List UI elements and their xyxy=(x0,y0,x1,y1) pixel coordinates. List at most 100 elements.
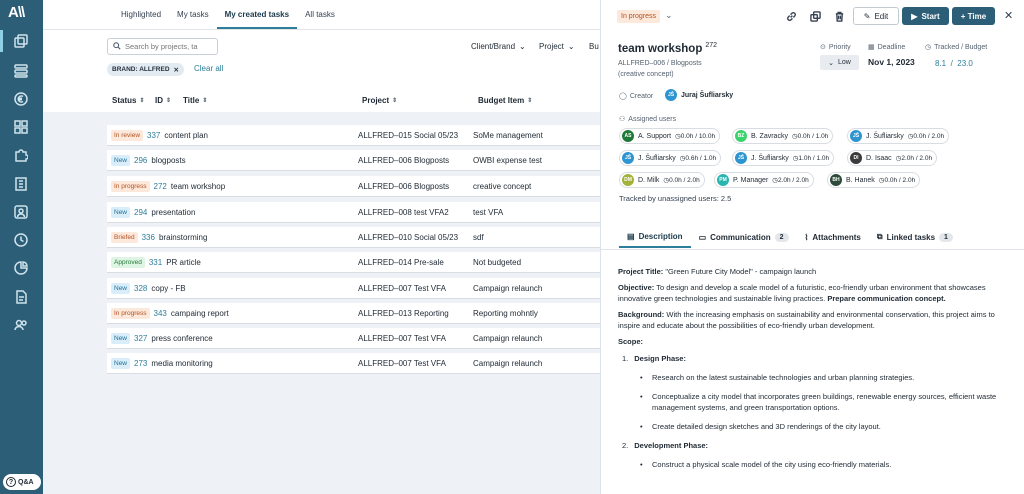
assigned-user[interactable]: BZ B. Zavracky ◷0.0h / 1.0h xyxy=(732,128,834,144)
phase-title: Design Phase: xyxy=(634,354,686,363)
task-title[interactable]: campaing report xyxy=(171,309,229,318)
table-row[interactable]: In progress 343 campaing report ALLFRED–013… xyxy=(107,303,600,324)
search-input[interactable] xyxy=(125,42,210,51)
close-icon[interactable]: ✕ xyxy=(174,66,179,74)
tab-linked-tasks[interactable]: ⧉ Linked tasks 1 xyxy=(869,226,961,248)
task-id[interactable]: 336 xyxy=(142,233,155,242)
tab-label: Communication xyxy=(710,232,771,242)
tab-attachments[interactable]: ⌇ Attachments xyxy=(797,226,869,248)
time-value: 2.0h / 2.0h xyxy=(901,155,933,162)
task-title[interactable]: PR article xyxy=(166,258,201,267)
task-id[interactable]: 337 xyxy=(147,131,160,140)
tab-highlighted[interactable]: Highlighted xyxy=(113,0,169,29)
search-box[interactable] xyxy=(107,38,218,55)
avatar: JŠ xyxy=(735,152,747,164)
table-row[interactable]: New 273 media monitoring ALLFRED–007 Test V… xyxy=(107,353,600,374)
table-row[interactable]: Briefed 336 brainstorming ALLFRED–010 Socia… xyxy=(107,227,600,248)
close-icon[interactable]: ✕ xyxy=(1004,9,1013,22)
status-badge[interactable]: In progress xyxy=(617,10,661,23)
assigned-user[interactable]: JŠ J. Šufliarsky ◷0.0h / 2.0h xyxy=(847,128,950,144)
qa-button[interactable]: ? Q&A xyxy=(3,474,41,490)
task-title-text: team workshop xyxy=(618,42,703,55)
task-id[interactable]: 296 xyxy=(134,156,147,165)
task-id[interactable]: 272 xyxy=(154,182,167,191)
task-id[interactable]: 294 xyxy=(134,208,147,217)
priority-select[interactable]: ⌄ Low xyxy=(820,55,859,70)
puzzle-icon[interactable] xyxy=(11,146,31,164)
grid-icon[interactable] xyxy=(11,118,31,136)
copy-icon[interactable] xyxy=(808,9,822,23)
filter-project[interactable]: Project ⌄ xyxy=(539,42,575,51)
table-row[interactable]: In progress 272 team workshop ALLFRED–006 B… xyxy=(107,176,600,197)
label-text: Priority xyxy=(828,43,851,51)
task-title[interactable]: presentation xyxy=(151,208,195,217)
clock-icon[interactable] xyxy=(11,231,31,249)
column-id[interactable]: ID ⇕ xyxy=(155,96,171,105)
clear-all-link[interactable]: Clear all xyxy=(194,64,223,73)
tab-my-created-tasks[interactable]: My created tasks xyxy=(216,0,298,29)
filter-client-brand[interactable]: Client/Brand ⌄ xyxy=(471,42,526,51)
user-name: B. Hanek xyxy=(846,176,875,184)
table-row[interactable]: New 296 blogposts ALLFRED–006 Blogposts OWBI… xyxy=(107,150,600,171)
task-title[interactable]: brainstorming xyxy=(159,233,207,242)
sidebar: A\\ ? Q&A xyxy=(0,0,43,494)
table-row[interactable]: New 328 copy - FB ALLFRED–007 Test VFA Campa… xyxy=(107,278,600,299)
tab-my-tasks[interactable]: My tasks xyxy=(169,0,217,29)
edit-button[interactable]: ✎ Edit xyxy=(853,7,899,25)
task-id[interactable]: 328 xyxy=(134,284,147,293)
assigned-user[interactable]: JŠ J. Šufliarsky ◷0.6h / 1.0h xyxy=(619,150,722,166)
sort-icon: ⇕ xyxy=(392,98,398,104)
copy-icon[interactable] xyxy=(0,30,31,52)
app-logo[interactable]: A\\ xyxy=(8,4,34,24)
task-title[interactable]: press conference xyxy=(151,334,212,343)
chevron-down-icon[interactable]: ⌄ xyxy=(665,10,673,21)
assigned-user[interactable]: PM P. Manager ◷2.0h / 2.0h xyxy=(714,172,814,188)
assigned-user[interactable]: DI D. Isaac ◷2.0h / 2.0h xyxy=(847,150,938,166)
trash-icon[interactable] xyxy=(832,9,846,23)
assigned-user[interactable]: AS A. Support ◷0.0h / 10.0h xyxy=(619,128,721,144)
tab-communication[interactable]: ▭ Communication 2 xyxy=(691,226,797,248)
chart-icon[interactable] xyxy=(11,259,31,277)
euro-icon[interactable] xyxy=(11,90,31,108)
task-title[interactable]: content plan xyxy=(164,131,208,140)
tab-description[interactable]: ▤ Description xyxy=(619,226,691,248)
building-icon[interactable] xyxy=(11,175,31,193)
status-badge: In progress xyxy=(111,307,150,319)
document-icon[interactable] xyxy=(11,288,31,306)
task-id[interactable]: 331 xyxy=(149,258,162,267)
person-icon[interactable] xyxy=(11,203,31,221)
assigned-user[interactable]: DM D. Milk ◷0.0h / 2.0h xyxy=(619,172,705,188)
task-title[interactable]: blogposts xyxy=(151,156,185,165)
task-title[interactable]: copy - FB xyxy=(151,284,185,293)
task-id[interactable]: 327 xyxy=(134,334,147,343)
task-title[interactable]: media monitoring xyxy=(151,359,212,368)
assigned-user[interactable]: BH B. Hanek ◷0.0h / 2.0h xyxy=(827,172,921,188)
priority-label: ⊙ Priority xyxy=(820,43,851,52)
tab-all-tasks[interactable]: All tasks xyxy=(297,0,343,29)
creator: JŠ Juraj Šufliarsky xyxy=(665,89,733,101)
link-icon[interactable] xyxy=(784,9,798,23)
column-title[interactable]: Title ⇕ xyxy=(183,96,207,105)
status-badge: New xyxy=(111,282,131,294)
start-button[interactable]: ▶ Start xyxy=(902,7,949,25)
table-row[interactable]: New 294 presentation ALLFRED–008 test VFA2 t… xyxy=(107,202,600,223)
table-row[interactable]: Approved 331 PR article ALLFRED–014 Pre-sal… xyxy=(107,252,600,273)
table-row[interactable]: New 327 press conference ALLFRED–007 Test V… xyxy=(107,328,600,349)
column-project[interactable]: Project ⇕ xyxy=(362,96,397,105)
search-icon xyxy=(113,41,121,52)
task-budget-item: Reporting mohntly xyxy=(473,308,538,318)
users-icon[interactable] xyxy=(11,316,31,334)
layers-icon[interactable] xyxy=(11,62,31,80)
filter-budget[interactable]: Bu xyxy=(589,42,599,51)
user-name: P. Manager xyxy=(733,176,769,184)
assigned-user[interactable]: JŠ J. Šufliarsky ◷1.0h / 1.0h xyxy=(732,150,835,166)
table-row[interactable]: In review 337 content plan ALLFRED–015 Soci… xyxy=(107,125,600,146)
task-id[interactable]: 343 xyxy=(154,309,167,318)
task-id[interactable]: 273 xyxy=(134,359,147,368)
project-line[interactable]: ALLFRED–006 / Blogposts xyxy=(618,58,702,69)
column-status[interactable]: Status ⇕ xyxy=(112,96,144,105)
add-time-button[interactable]: + Time xyxy=(952,7,995,25)
column-budget-item[interactable]: Budget Item ⇕ xyxy=(478,96,532,105)
task-title[interactable]: team workshop xyxy=(171,182,225,191)
deadline-value[interactable]: Nov 1, 2023 xyxy=(868,57,915,67)
